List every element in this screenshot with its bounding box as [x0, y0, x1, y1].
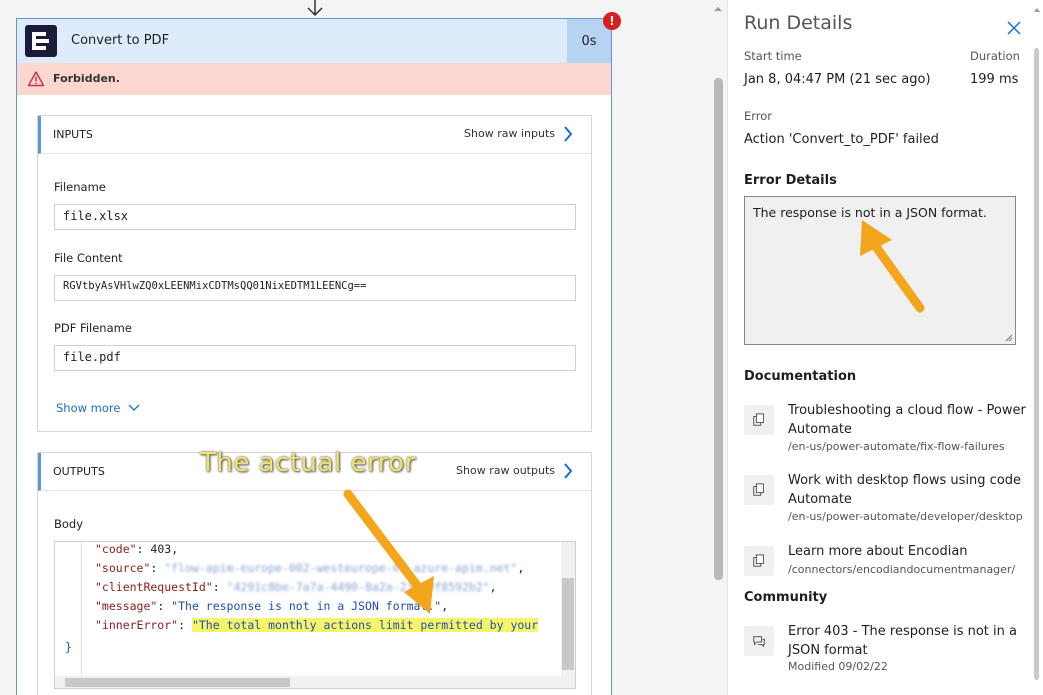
- run-details-panel: Run Details Start time Duration Jan 8, 0…: [727, 0, 1043, 695]
- community-link-item[interactable]: Error 403 - The response is not in a JSO…: [744, 622, 1034, 682]
- file-content-value: RGVtbyAsVHlwZQ0xLEENMixCDTMsQQ01NixEDTM1…: [54, 275, 576, 301]
- doc-link-title[interactable]: Work with desktop flows using code Autom…: [788, 471, 1028, 509]
- code-horizontal-scrollbar[interactable]: [55, 676, 575, 688]
- chevron-right-icon[interactable]: [563, 463, 573, 479]
- doc-link-title[interactable]: Learn more about Encodian: [788, 542, 1028, 561]
- inputs-header: INPUTS Show raw inputs: [38, 116, 591, 154]
- doc-link-item[interactable]: Troubleshooting a cloud flow - Power Aut…: [744, 401, 1034, 461]
- filename-label: Filename: [54, 180, 106, 194]
- code-line-close-brace: }: [65, 640, 72, 654]
- flow-canvas: Convert to PDF 0s ! Forbidden. INPUTS Sh…: [0, 0, 727, 695]
- error-details-heading: Error Details: [744, 173, 837, 188]
- duration-label: Duration: [970, 49, 1020, 63]
- action-title: Convert to PDF: [71, 33, 170, 48]
- filename-value: file.xlsx: [54, 204, 576, 230]
- outputs-section: OUTPUTS Show raw outputs Body "code": 40…: [37, 452, 592, 695]
- action-card: Convert to PDF 0s ! Forbidden. INPUTS Sh…: [16, 12, 621, 695]
- chevron-right-icon[interactable]: [563, 126, 573, 142]
- warning-icon: [27, 71, 45, 87]
- pdf-filename-label: PDF Filename: [54, 321, 132, 335]
- community-link-title[interactable]: Error 403 - The response is not in a JSO…: [788, 622, 1028, 660]
- doc-link-path: /en-us/power-automate/fix-flow-failures: [788, 440, 1005, 453]
- doc-link-path: /connectors/encodiandocumentmanager/: [788, 563, 1016, 576]
- annotation-arrow-icon: [860, 220, 925, 313]
- error-status-bar: Forbidden.: [17, 63, 611, 95]
- close-icon[interactable]: [1006, 20, 1022, 36]
- community-modified: Modified 09/02/22: [788, 660, 888, 673]
- canvas-scrollbar-thumb[interactable]: [714, 78, 723, 580]
- document-icon: [744, 475, 774, 505]
- start-time-value: Jan 8, 04:47 PM (21 sec ago): [744, 72, 931, 87]
- documentation-heading: Documentation: [744, 369, 857, 384]
- scroll-up-arrow-icon[interactable]: [1032, 6, 1042, 14]
- annotation-label: The actual error: [200, 448, 416, 478]
- body-label: Body: [54, 517, 84, 531]
- community-heading: Community: [744, 590, 828, 605]
- scroll-up-arrow-icon[interactable]: [711, 4, 725, 14]
- chat-bubble-icon: [744, 626, 774, 656]
- pdf-filename-value: file.pdf: [54, 345, 576, 371]
- doc-link-item[interactable]: Work with desktop flows using code Autom…: [744, 471, 1034, 531]
- resize-handle-icon[interactable]: [1005, 334, 1013, 342]
- error-status-text: Forbidden.: [53, 72, 120, 85]
- doc-link-path: /en-us/power-automate/developer/desktop: [788, 510, 1023, 523]
- annotation-arrow-icon: [343, 489, 434, 614]
- start-time-label: Start time: [744, 49, 802, 63]
- action-card-header[interactable]: Convert to PDF 0s: [17, 19, 611, 63]
- show-raw-outputs-link[interactable]: Show raw outputs: [456, 464, 555, 477]
- doc-link-title[interactable]: Troubleshooting a cloud flow - Power Aut…: [788, 401, 1028, 439]
- inputs-section: INPUTS Show raw inputs Filename file.xls…: [37, 115, 592, 432]
- error-label: Error: [744, 109, 773, 123]
- document-icon: [744, 405, 774, 435]
- outputs-title: OUTPUTS: [53, 465, 105, 478]
- error-badge-icon: !: [603, 12, 621, 30]
- arrow-down-icon: [307, 0, 323, 17]
- encodian-logo-icon: [25, 25, 57, 57]
- body-code-viewer[interactable]: "code": 403, "source": "flow-apim-europe…: [54, 541, 576, 689]
- inputs-title: INPUTS: [53, 128, 93, 141]
- duration-value: 199 ms: [970, 72, 1019, 87]
- code-vertical-scrollbar[interactable]: [561, 542, 575, 688]
- code-line-inner-error: "innerError": "The total monthly actions…: [95, 618, 539, 632]
- show-more-link[interactable]: Show more: [56, 401, 120, 415]
- code-line-code: "code": 403,: [95, 542, 179, 556]
- document-icon: [744, 546, 774, 576]
- error-value: Action 'Convert_to_PDF' failed: [744, 132, 939, 147]
- code-line-source: "source": "flow-apim-europe-002-westeuro…: [95, 561, 525, 575]
- chevron-down-icon[interactable]: [128, 404, 140, 412]
- file-content-label: File Content: [54, 251, 123, 265]
- panel-title: Run Details: [744, 12, 853, 34]
- panel-scrollbar-thumb[interactable]: [1034, 48, 1039, 680]
- show-raw-inputs-link[interactable]: Show raw inputs: [464, 127, 555, 140]
